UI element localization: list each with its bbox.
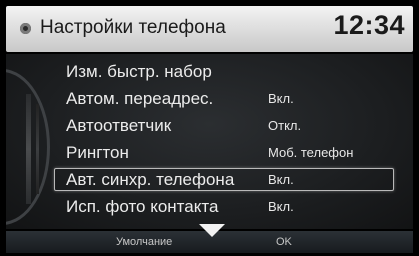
menu-item-value: Вкл. xyxy=(268,91,294,106)
default-button[interactable]: Умолчание xyxy=(116,236,172,248)
menu-item-ringtone[interactable]: Рингтон Моб. телефон xyxy=(46,139,406,166)
menu-item-auto-sync[interactable]: Авт. синхр. телефона Вкл. xyxy=(46,166,406,193)
decorative-bar xyxy=(26,94,31,204)
menu-item-value: Вкл. xyxy=(268,172,294,187)
menu-item-label: Рингтон xyxy=(66,143,129,162)
settings-menu: Изм. быстр. набор Автом. переадрес. Вкл.… xyxy=(46,58,406,220)
menu-item-contact-photo[interactable]: Исп. фото контакта Вкл. xyxy=(46,193,406,220)
menu-item-label: Автом. переадрес. xyxy=(66,89,214,108)
settings-list-panel: Изм. быстр. набор Автом. переадрес. Вкл.… xyxy=(6,54,413,229)
menu-item-label: Автоответчик xyxy=(66,116,172,135)
menu-item-speed-dial[interactable]: Изм. быстр. набор xyxy=(46,58,406,85)
scroll-down-arrow-icon[interactable] xyxy=(199,224,225,237)
decorative-bar-secondary xyxy=(36,104,39,194)
menu-item-label: Исп. фото контакта xyxy=(66,197,219,216)
page-title: Настройки телефона xyxy=(40,17,226,38)
clock: 12:34 xyxy=(333,10,405,40)
title-bar: Настройки телефона 12:34 xyxy=(6,6,413,52)
phone-settings-screen: Настройки телефона 12:34 Изм. быстр. наб… xyxy=(0,0,419,256)
menu-item-value: Моб. телефон xyxy=(268,145,354,160)
menu-item-label: Авт. синхр. телефона xyxy=(66,170,235,189)
menu-item-auto-transfer[interactable]: Автом. переадрес. Вкл. xyxy=(46,85,406,112)
menu-item-auto-answer[interactable]: Автоответчик Откл. xyxy=(46,112,406,139)
menu-item-label: Изм. быстр. набор xyxy=(66,62,212,81)
ok-button[interactable]: OK xyxy=(276,236,292,248)
phone-settings-icon xyxy=(20,23,31,34)
menu-item-value: Вкл. xyxy=(268,199,294,214)
menu-item-value: Откл. xyxy=(268,118,302,133)
